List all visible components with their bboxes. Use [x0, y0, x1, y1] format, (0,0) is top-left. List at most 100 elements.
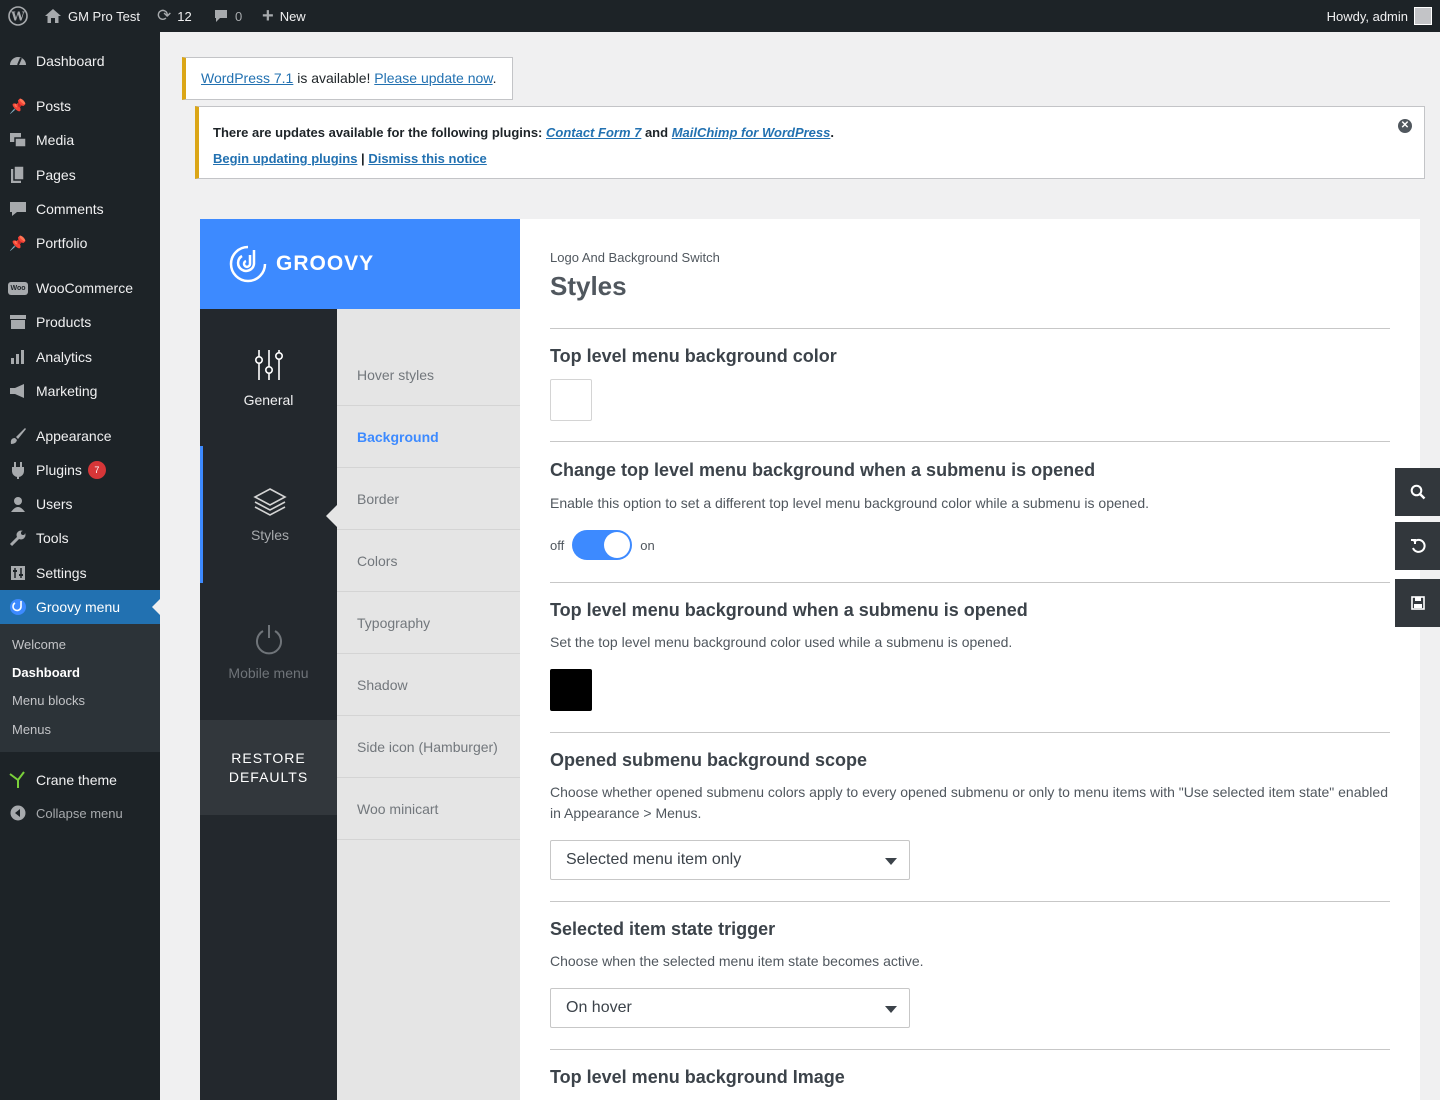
groovy-icon [0, 598, 36, 616]
dismiss-notice-link[interactable]: Dismiss this notice [368, 151, 486, 166]
plugin-notice-line: There are updates available for the foll… [213, 125, 834, 140]
updates-link[interactable]: ⟳ 12 [157, 0, 192, 32]
separator: | [357, 151, 369, 166]
menu-label: Marketing [36, 383, 98, 399]
plugin-icon [0, 461, 36, 479]
search-icon [1410, 484, 1425, 500]
submenu-bg-toggle[interactable]: off on [550, 530, 655, 560]
divider [550, 582, 1390, 583]
subtab-shadow[interactable]: Shadow [337, 654, 520, 716]
menu-item-tools[interactable]: Tools [0, 521, 160, 555]
groovy-settings-tabs: General Styles Mobile menu RESTORE DEFAUL… [200, 309, 337, 1100]
menu-item-analytics[interactable]: Analytics [0, 340, 160, 374]
tab-mobile-menu[interactable]: Mobile menu [200, 583, 337, 720]
collapse-menu-button[interactable]: Collapse menu [0, 796, 160, 830]
subtab-side-icon[interactable]: Side icon (Hamburger) [337, 716, 520, 778]
menu-label: Plugins [36, 462, 82, 478]
active-tab-pointer [326, 505, 337, 527]
contact-form-7-link[interactable]: Contact Form 7 [546, 125, 641, 140]
select-value: Selected menu item only [566, 851, 742, 868]
notice-text-end: . [492, 70, 497, 86]
mailchimp-link[interactable]: MailChimp for WordPress [672, 125, 831, 140]
wordpress-logo-icon[interactable]: W [8, 0, 28, 32]
menu-item-woocommerce[interactable]: Woo WooCommerce [0, 271, 160, 305]
subtab-border[interactable]: Border [337, 468, 520, 530]
toggle-switch[interactable] [572, 530, 633, 560]
megaphone-icon [0, 383, 36, 399]
menu-item-dashboard[interactable]: Dashboard [0, 44, 160, 78]
tab-label: General [243, 391, 294, 408]
dismiss-icon[interactable]: ✕ [1398, 119, 1412, 133]
site-name-link[interactable]: GM Pro Test [44, 0, 140, 32]
pages-icon [0, 166, 36, 184]
field-description: Enable this option to set a different to… [550, 495, 1150, 511]
submenu-item-welcome[interactable]: Welcome [12, 637, 66, 652]
selected-state-trigger-select[interactable]: On hover [550, 988, 910, 1028]
toggle-off-label: off [550, 537, 565, 553]
subtab-colors[interactable]: Colors [337, 530, 520, 592]
new-content-link[interactable]: + New [262, 0, 306, 32]
subtab-woo-minicart[interactable]: Woo minicart [337, 778, 520, 840]
comment-icon [215, 10, 227, 22]
menu-label: Posts [36, 98, 72, 114]
notice-end: . [830, 125, 834, 140]
divider [550, 328, 1390, 329]
menu-item-posts[interactable]: 📌 Posts [0, 89, 160, 123]
menu-item-marketing[interactable]: Marketing [0, 374, 160, 408]
settings-content: Logo And Background Switch Styles Top le… [520, 219, 1420, 1100]
and-text: and [641, 125, 672, 140]
subtab-background[interactable]: Background [337, 406, 520, 468]
account-menu[interactable]: Howdy, admin [1327, 0, 1432, 32]
menu-item-crane-theme[interactable]: Crane theme [0, 763, 160, 797]
subtab-typography[interactable]: Typography [337, 592, 520, 654]
pin-icon: 📌 [9, 234, 27, 251]
divider [550, 1049, 1390, 1050]
menu-label: Settings [36, 565, 87, 581]
save-button[interactable] [1395, 579, 1440, 627]
restore-line-2: DEFAULTS [228, 768, 309, 785]
menu-label: Tools [36, 530, 69, 546]
power-icon [255, 624, 282, 654]
menu-item-products[interactable]: Products [0, 305, 160, 339]
tab-styles[interactable]: Styles [200, 446, 337, 583]
field-title: Top level menu background color [550, 346, 837, 366]
submenu-item-menus[interactable]: Menus [12, 722, 51, 737]
tab-label: Mobile menu [228, 664, 309, 681]
submenu-opened-bg-color-picker[interactable] [550, 669, 592, 711]
begin-updating-plugins-link[interactable]: Begin updating plugins [213, 151, 357, 166]
restore-defaults-button[interactable]: RESTORE DEFAULTS [200, 720, 337, 815]
menu-label: Pages [36, 167, 76, 183]
top-level-bg-color-picker[interactable] [550, 379, 592, 421]
submenu-item-dashboard[interactable]: Dashboard [12, 665, 80, 680]
menu-item-plugins[interactable]: Plugins 7 [0, 453, 160, 487]
menu-item-settings[interactable]: Settings [0, 556, 160, 590]
field-description: Choose when the selected menu item state… [550, 953, 924, 969]
undo-icon [1410, 538, 1426, 553]
submenu-item-menu-blocks[interactable]: Menu blocks [12, 693, 85, 708]
pin-icon: 📌 [9, 97, 27, 114]
menu-item-users[interactable]: Users [0, 487, 160, 521]
reset-button[interactable] [1395, 522, 1440, 570]
menu-item-portfolio[interactable]: 📌 Portfolio [0, 226, 160, 260]
submenu-bg-scope-select[interactable]: Selected menu item only [550, 840, 910, 880]
comments-link[interactable]: 0 [213, 0, 242, 32]
howdy-text: Howdy, admin [1326, 8, 1408, 24]
search-settings-button[interactable] [1395, 468, 1440, 516]
subtab-hover-styles[interactable]: Hover styles [337, 344, 520, 406]
avatar [1414, 7, 1432, 25]
divider [550, 901, 1390, 902]
menu-item-groovy-menu[interactable]: Groovy menu [0, 590, 160, 624]
wrench-icon [0, 529, 36, 547]
menu-item-pages[interactable]: Pages [0, 158, 160, 192]
admin-sidebar: Dashboard 📌 Posts Media Pages Comments 📌… [0, 32, 160, 1100]
layers-icon [253, 487, 287, 516]
update-now-link[interactable]: Please update now [374, 70, 492, 86]
menu-label: Dashboard [36, 53, 105, 69]
plugins-update-badge: 7 [87, 461, 106, 479]
menu-item-appearance[interactable]: Appearance [0, 419, 160, 453]
wordpress-version-link[interactable]: WordPress 7.1 [201, 70, 293, 86]
svg-text:W: W [10, 10, 25, 24]
menu-item-media[interactable]: Media [0, 123, 160, 157]
tab-general[interactable]: General [200, 309, 337, 446]
menu-item-comments[interactable]: Comments [0, 192, 160, 226]
